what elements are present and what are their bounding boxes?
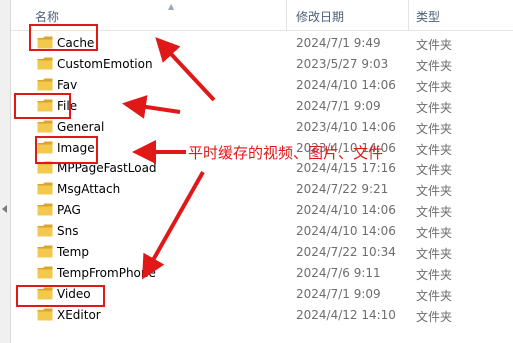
file-name: XEditor [57,307,101,322]
file-type: 文件夹 [416,288,453,303]
file-name: File [57,98,78,113]
folder-icon [37,266,53,279]
file-type: 文件夹 [416,184,453,199]
list-item[interactable]: Fav 2024/4/10 14:06 文件夹 [11,75,513,96]
folder-icon [37,161,53,174]
modified-date: 2023/4/10 14:06 [296,119,396,134]
file-type: 文件夹 [416,121,453,136]
folder-icon [37,141,53,153]
file-type: 文件夹 [416,226,453,241]
file-name: Image [57,140,95,155]
file-type: 文件夹 [416,267,453,282]
modified-date: 2024/7/1 9:49 [296,36,381,50]
sort-caret-icon: ▲ [168,2,175,11]
file-type: 文件夹 [416,309,453,324]
list-item[interactable]: General 2023/4/10 14:06 文件夹 [11,117,513,138]
file-type: 文件夹 [416,205,453,220]
folder-icon [37,224,53,237]
list-item[interactable]: Cache 2024/7/1 9:49 文件夹 [11,33,513,54]
folder-icon [37,57,53,70]
file-type: 文件夹 [416,247,453,261]
list-item[interactable]: Sns 2024/4/10 14:06 文件夹 [11,221,513,242]
file-type: 文件夹 [416,58,453,73]
modified-date: 2024/4/10 14:06 [296,224,396,239]
column-header-name[interactable]: 名称 [35,8,59,25]
column-header-date[interactable]: 修改日期 [296,8,344,25]
file-type: 文件夹 [416,100,453,115]
list-item[interactable]: XEditor 2024/4/12 14:10 文件夹 [11,305,513,326]
folder-icon [37,203,53,216]
folder-icon [37,308,53,321]
list-item[interactable]: TempFromPhone 2024/7/6 9:11 文件夹 [11,263,513,284]
folder-icon [37,120,53,133]
modified-date: 2024/4/15 17:16 [296,161,396,176]
folder-icon [37,36,53,49]
modified-date: 2024/7/1 9:09 [296,286,381,301]
file-type: 文件夹 [416,79,453,94]
file-name: PAG [57,203,81,218]
modified-date: 2024/7/22 10:34 [296,245,396,259]
list-item[interactable]: Video 2024/7/1 9:09 文件夹 [11,284,513,305]
folder-icon [37,245,53,258]
file-name: TempFromPhone [57,265,156,280]
column-divider[interactable] [408,0,409,30]
modified-date: 2024/4/12 14:10 [296,307,396,322]
folder-icon [37,287,53,300]
file-type: 文件夹 [416,38,453,52]
file-type: 文件夹 [416,163,453,178]
column-header-bar: 名称 ▲ 修改日期 类型 [11,0,513,31]
column-divider[interactable] [286,0,287,30]
file-name: Sns [57,224,79,239]
file-name: Video [57,286,91,301]
modified-date: 2024/7/1 9:09 [296,98,381,113]
list-item[interactable]: Temp 2024/7/22 10:34 文件夹 [11,242,513,263]
file-name: Cache [57,36,95,50]
annotation-label: 平时缓存的视频、图片、文件 [188,144,384,162]
file-name: General [57,119,105,134]
modified-date: 2024/4/10 14:06 [296,203,396,218]
file-name: Fav [57,77,78,92]
folder-icon [37,182,53,195]
list-item[interactable]: File 2024/7/1 9:09 文件夹 [11,96,513,117]
file-name: MsgAttach [57,182,121,197]
modified-date: 2024/7/6 9:11 [296,265,381,280]
column-header-type[interactable]: 类型 [416,8,440,25]
list-item[interactable]: CustomEmotion 2023/5/27 9:03 文件夹 [11,54,513,75]
folder-icon [37,78,53,91]
navigation-pane-edge [0,0,11,343]
modified-date: 2024/4/10 14:06 [296,77,396,92]
file-name: Temp [57,245,89,259]
modified-date: 2024/7/22 9:21 [296,182,389,197]
collapse-arrow-icon[interactable] [2,205,7,213]
list-item[interactable]: MsgAttach 2024/7/22 9:21 文件夹 [11,179,513,200]
list-item[interactable]: PAG 2024/4/10 14:06 文件夹 [11,200,513,221]
file-name: CustomEmotion [57,56,153,71]
modified-date: 2023/5/27 9:03 [296,56,389,71]
file-name: MPPageFastLoad [57,161,157,176]
folder-icon [37,99,53,112]
file-type: 文件夹 [416,142,453,157]
